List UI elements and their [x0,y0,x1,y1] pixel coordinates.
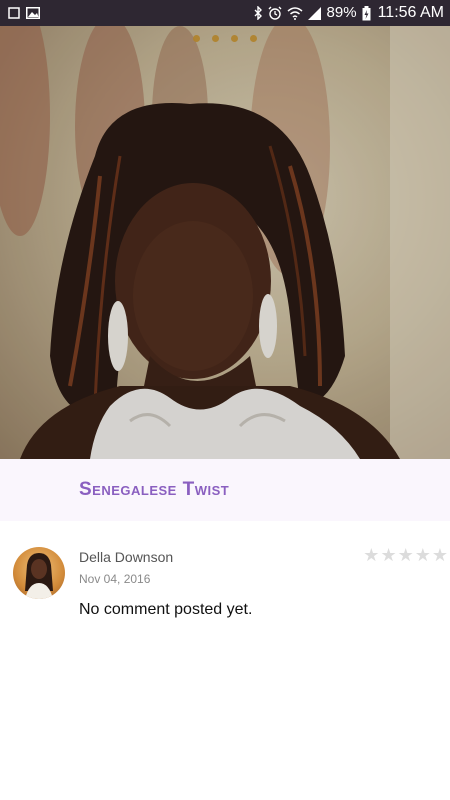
comment-text: No comment posted yet. [79,601,253,618]
comment-author[interactable]: Della Downson [79,549,173,565]
avatar[interactable] [13,547,65,599]
title-band: Senegalese Twist [0,459,450,521]
carousel-dot[interactable] [212,35,219,42]
star-icon[interactable]: ★ [398,546,414,564]
battery-charging-icon [362,5,371,21]
status-bar: 89% 11:56 AM [0,0,450,26]
hairstyle-photo[interactable] [0,26,450,459]
carousel-indicator[interactable] [0,35,450,42]
notification-dot-icon [8,7,20,19]
star-icon[interactable]: ★ [363,546,379,564]
signal-icon [307,6,322,20]
star-rating[interactable]: ★ ★ ★ ★ ★ [363,546,448,564]
comment-date: Nov 04, 2016 [79,572,151,586]
wifi-icon [287,6,303,20]
comment-card: Della Downson Nov 04, 2016 No comment po… [0,521,450,800]
star-icon[interactable]: ★ [415,546,431,564]
clock: 11:56 AM [377,4,444,21]
star-icon[interactable]: ★ [432,546,448,564]
battery-percent: 89% [326,4,357,21]
carousel-dot[interactable] [231,35,238,42]
star-icon[interactable]: ★ [380,546,396,564]
image-icon [26,7,40,19]
portrait-image [0,26,450,459]
avatar-image [25,553,53,599]
bluetooth-icon [254,6,263,20]
alarm-icon [268,6,282,20]
carousel-dot[interactable] [193,35,200,42]
style-title: Senegalese Twist [79,479,230,500]
carousel-dot[interactable] [250,35,257,42]
